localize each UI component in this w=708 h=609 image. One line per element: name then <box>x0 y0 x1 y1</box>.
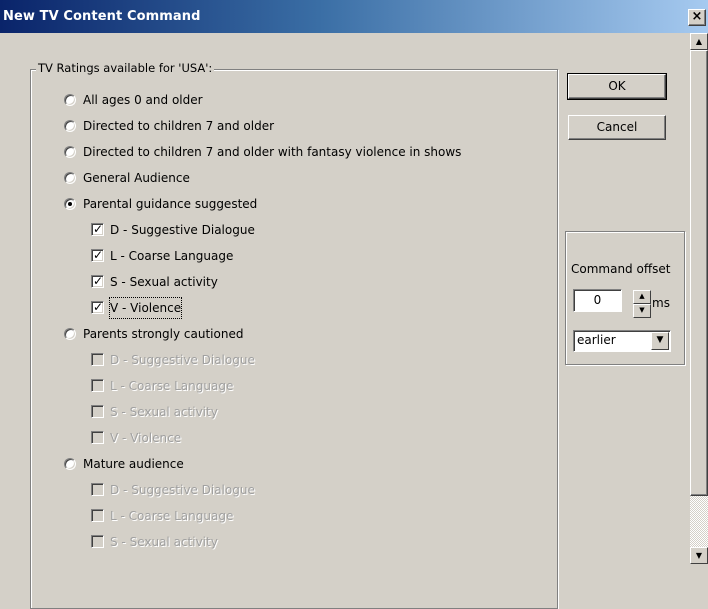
close-icon: × <box>691 9 703 24</box>
scroll-up-icon: ▲ <box>695 37 703 46</box>
ok-button[interactable]: OK <box>567 73 667 100</box>
checkbox <box>91 353 104 366</box>
offset-direction-select[interactable]: earlier ▼ <box>573 330 671 352</box>
chevron-up-icon: ▲ <box>639 292 645 300</box>
scroll-down-button[interactable]: ▼ <box>690 547 708 564</box>
rating-label: Parental guidance suggested <box>83 197 258 211</box>
offset-unit-label: ms <box>652 296 670 310</box>
scroll-down-icon: ▼ <box>695 551 703 560</box>
dropdown-button[interactable]: ▼ <box>651 332 669 350</box>
descriptor-label: D - Suggestive Dialogue <box>110 353 255 367</box>
radio-button[interactable] <box>64 146 76 158</box>
rating-label: General Audience <box>83 171 190 185</box>
cancel-button[interactable]: Cancel <box>568 115 666 140</box>
radio-button[interactable] <box>64 172 76 184</box>
title-bar: New TV Content Command × <box>0 0 708 33</box>
radio-button[interactable] <box>64 458 76 470</box>
checkmark-icon: ✓ <box>93 300 104 314</box>
checkbox <box>91 509 104 522</box>
descriptor-label: S - Sexual activity <box>110 405 218 419</box>
chevron-down-icon: ▼ <box>639 306 645 314</box>
descriptor-label: S - Sexual activity <box>110 275 218 289</box>
rating-label: All ages 0 and older <box>83 93 203 107</box>
descriptor-label: L - Coarse Language <box>110 379 234 393</box>
spin-down-button[interactable]: ▼ <box>633 304 651 318</box>
checkbox <box>91 483 104 496</box>
chevron-down-icon: ▼ <box>656 335 664 345</box>
radio-button[interactable] <box>64 120 76 132</box>
ratings-group-legend: TV Ratings available for 'USA': <box>36 61 215 75</box>
vertical-scrollbar[interactable]: ▲ ▼ <box>690 33 708 564</box>
descriptor-label: D - Suggestive Dialogue <box>110 223 255 237</box>
checkbox[interactable]: ✓ <box>91 222 104 236</box>
checkbox[interactable]: ✓ <box>91 248 104 262</box>
close-button[interactable]: × <box>688 9 706 26</box>
scroll-up-button[interactable]: ▲ <box>690 33 708 50</box>
checkmark-icon: ✓ <box>93 274 104 288</box>
descriptor-label: L - Coarse Language <box>110 509 234 523</box>
rating-label: Parents strongly cautioned <box>83 327 244 341</box>
checkbox <box>91 431 104 444</box>
checkbox[interactable]: ✓ <box>91 274 104 288</box>
checkmark-icon: ✓ <box>93 222 104 236</box>
descriptor-label: S - Sexual activity <box>110 535 218 549</box>
checkbox <box>91 535 104 548</box>
descriptor-label: V - Violence <box>110 431 182 445</box>
rating-label: Directed to children 7 and older <box>83 119 275 133</box>
rating-label: Mature audience <box>83 457 184 471</box>
offset-value-input[interactable]: 0 <box>573 289 622 312</box>
radio-button[interactable] <box>64 328 76 340</box>
descriptor-label: V - Violence <box>108 297 183 319</box>
window-title: New TV Content Command <box>3 9 201 24</box>
radio-button[interactable] <box>64 94 76 106</box>
checkbox <box>91 379 104 392</box>
descriptor-label: D - Suggestive Dialogue <box>110 483 255 497</box>
checkbox[interactable]: ✓ <box>91 300 104 314</box>
offset-direction-value: earlier <box>577 333 616 347</box>
command-offset-legend: Command offset <box>570 262 672 276</box>
spin-up-button[interactable]: ▲ <box>633 290 651 304</box>
checkbox <box>91 405 104 418</box>
descriptor-label: L - Coarse Language <box>110 249 234 263</box>
scroll-thumb[interactable] <box>690 50 708 496</box>
radio-button[interactable] <box>64 198 76 210</box>
checkmark-icon: ✓ <box>93 248 104 262</box>
offset-spinner: ▲ ▼ <box>633 290 651 318</box>
rating-label: Directed to children 7 and older with fa… <box>83 145 462 159</box>
